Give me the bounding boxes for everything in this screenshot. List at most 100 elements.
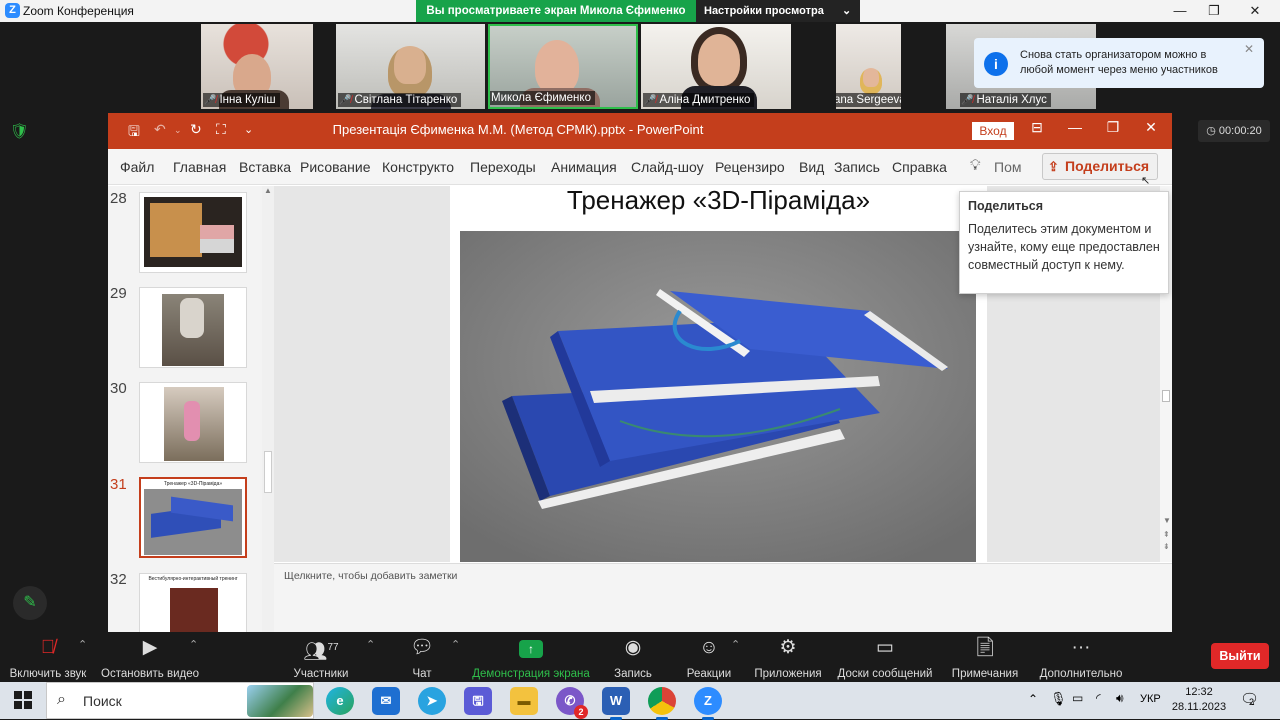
tab-help[interactable]: Справка [892, 159, 947, 175]
notification-center-icon[interactable]: 🗨︎ 2 [1240, 690, 1259, 708]
minimize-button[interactable]: — [1165, 2, 1195, 20]
slide-title[interactable]: Тренажер «3D-Піраміда» [450, 186, 987, 214]
slide-photo[interactable] [460, 231, 976, 562]
participant-tile[interactable]: 🎤̸ Світлана Тітаренко [336, 24, 485, 109]
participants-chevron-icon[interactable]: ⌃ [366, 638, 375, 651]
chat-button[interactable]: 💬︎ Чат [404, 636, 440, 680]
viber-icon[interactable]: ✆ 2 [556, 687, 588, 719]
slideshow-from-start-icon[interactable]: ⛶ [216, 121, 226, 138]
close-icon[interactable]: ✕ [1244, 42, 1254, 56]
participants-button[interactable]: 👥︎77 Участники [290, 636, 352, 680]
next-slide-icon[interactable]: ⇟ [1163, 542, 1170, 551]
share-screen-button[interactable]: ↑ Демонстрация экрана [470, 636, 592, 680]
reactions-button[interactable]: ☺︎ Реакции [682, 636, 736, 680]
taskbar-search[interactable]: ⌕ Поиск [46, 682, 314, 719]
windows-start-icon[interactable] [14, 691, 32, 709]
timer-value: 00:00:20 [1218, 125, 1262, 137]
unmute-button[interactable]: 🎙̸ Включить звук [8, 636, 88, 680]
slide-thumbnail[interactable] [139, 287, 247, 368]
current-slide[interactable]: Тренажер «3D-Піраміда» [450, 186, 987, 562]
ribbon-display-icon[interactable]: ⊟ [1022, 119, 1052, 136]
tab-transitions[interactable]: Переходы [470, 159, 536, 175]
annotate-pen-icon[interactable]: ✎ [13, 586, 47, 620]
participant-tile[interactable]: 🎤̸Svetlana Sergeeva [836, 24, 901, 109]
telegram-icon[interactable]: ➤ [418, 687, 446, 715]
clock-date: 28.11.2023 [1171, 701, 1227, 713]
lightbulb-icon[interactable]: 💡︎ [970, 157, 981, 174]
slide-thumbnail-selected[interactable]: Тренажер «3D-Піраміда» [139, 477, 247, 558]
tab-draw[interactable]: Рисование [300, 159, 371, 175]
tab-review[interactable]: Рецензиро [715, 159, 785, 175]
scroll-down-icon[interactable]: ▼ [1163, 516, 1171, 525]
undo-dropdown-icon[interactable]: ⌄ [174, 125, 182, 136]
whiteboard-icon: ▭ [876, 637, 894, 658]
muted-mic-icon: 🎤̸ [204, 95, 217, 106]
file-explorer-icon[interactable]: ▬ [510, 687, 538, 715]
thumbnails-scrollbar[interactable]: ▲ [262, 186, 274, 632]
reactions-chevron-icon[interactable]: ⌃ [731, 638, 740, 651]
stop-video-button[interactable]: ▶︎ Остановить видео [100, 636, 200, 680]
video-options-chevron-icon[interactable]: ⌃ [189, 638, 198, 651]
slide-thumbnail[interactable] [139, 382, 247, 463]
tab-slideshow[interactable]: Слайд-шоу [631, 159, 704, 175]
restore-icon[interactable]: ❐ [1098, 119, 1128, 136]
close-button[interactable]: ✕ [1240, 2, 1270, 20]
language-indicator[interactable]: УКР [1140, 693, 1161, 705]
minimize-icon[interactable]: — [1060, 119, 1090, 135]
meeting-timer: ◷ 00:00:20 [1198, 120, 1270, 142]
tab-file[interactable]: Файл [120, 159, 154, 175]
notes-pane[interactable]: Щелкните, чтобы добавить заметки [274, 563, 1172, 632]
scroll-up-icon[interactable]: ▲ [264, 186, 272, 195]
whiteboards-button[interactable]: ▭ Доски сообщений [836, 636, 934, 680]
close-icon[interactable]: ✕ [1136, 119, 1166, 136]
tab-design[interactable]: Конструкто [382, 159, 454, 175]
stop-video-label: Остановить видео [101, 668, 199, 680]
chat-icon: 💬︎ [409, 637, 435, 658]
edge-browser-icon[interactable]: e [326, 687, 354, 715]
ribbon-tabs: Файл Главная Вставка Рисование Конструкт… [108, 149, 1172, 185]
participant-tile-active-speaker[interactable]: Микола Єфименко [488, 24, 638, 109]
volume-icon[interactable]: 🔊︎ [1116, 691, 1124, 706]
save-icon[interactable]: 🖫 [128, 121, 140, 145]
leave-meeting-button[interactable]: Выйти [1211, 643, 1269, 669]
hidden-icons-chevron-icon[interactable]: ⌃ [1028, 692, 1038, 706]
notification-text: Снова стать организатором можно в любой … [1020, 49, 1218, 76]
zoom-taskbar-icon[interactable]: Z [694, 687, 722, 720]
view-options-label: Настройки просмотра [704, 5, 824, 17]
chat-label: Чат [412, 668, 432, 680]
taskbar-clock[interactable]: 12:32 28.11.2023 [1170, 685, 1228, 715]
participant-tile[interactable]: 🎤̸ Інна Куліш [201, 24, 313, 109]
security-shield-icon[interactable]: 🛡 [10, 122, 29, 140]
mail-icon[interactable]: ✉ [372, 687, 400, 715]
wifi-icon[interactable]: ◜ [1096, 691, 1101, 705]
tab-record[interactable]: Запись [834, 159, 880, 175]
view-options-button[interactable]: Настройки просмотра ⌄ [704, 0, 854, 22]
notifications-count: 2 [1249, 697, 1255, 707]
redo-icon[interactable]: ↻ [190, 121, 202, 138]
slide-thumbnail[interactable]: Вестибулярно-интерактивный тренинг [139, 573, 247, 632]
sign-in-button[interactable]: Вход [972, 122, 1014, 140]
tab-insert[interactable]: Вставка [239, 159, 291, 175]
scrollbar-thumb[interactable] [264, 451, 272, 493]
chrome-icon[interactable] [648, 687, 676, 720]
audio-options-chevron-icon[interactable]: ⌃ [78, 638, 87, 651]
record-button[interactable]: ◉ Запись [608, 636, 658, 680]
battery-icon[interactable]: ▭ [1072, 691, 1083, 705]
microphone-tray-icon[interactable]: 🎙︎ [1050, 691, 1067, 707]
tab-home[interactable]: Главная [173, 159, 226, 175]
more-button[interactable]: ··· Дополнительно [1036, 636, 1126, 680]
tab-view[interactable]: Вид [799, 159, 824, 175]
scrollbar-thumb[interactable] [1162, 390, 1170, 402]
save-disk-app-icon[interactable]: 🖫 [464, 687, 492, 715]
notes-button[interactable]: 📄︎ Примечания [950, 636, 1020, 680]
apps-button[interactable]: ⚙︎ Приложения [752, 636, 824, 680]
tab-animations[interactable]: Анимация [551, 159, 617, 175]
chat-chevron-icon[interactable]: ⌃ [451, 638, 460, 651]
maximize-button[interactable]: ❐ [1199, 2, 1229, 20]
slide-thumbnail[interactable] [139, 192, 247, 273]
undo-icon[interactable]: ↶ [154, 121, 166, 138]
previous-slide-icon[interactable]: ⇞ [1163, 530, 1170, 539]
tell-me-search[interactable]: Пом [994, 159, 1021, 175]
participant-tile[interactable]: 🎤̸ Аліна Дмитренко [641, 24, 791, 109]
word-icon[interactable]: W [602, 687, 630, 720]
